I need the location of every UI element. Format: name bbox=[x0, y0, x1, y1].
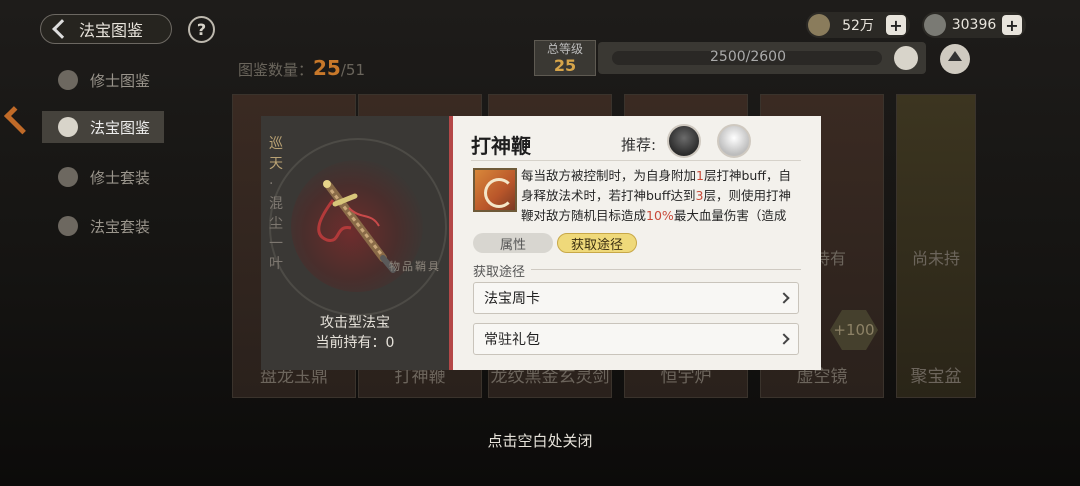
currency-value: 30396 bbox=[951, 17, 997, 33]
spirit-stone-icon bbox=[924, 14, 946, 36]
cultivator-set-icon bbox=[58, 167, 78, 187]
sidebar-item-treasure-set[interactable]: 法宝套装 bbox=[42, 210, 164, 242]
recommended-cultivator-avatar[interactable] bbox=[717, 124, 751, 158]
sidebar-item-cultivator-gallery[interactable]: 修士图鉴 bbox=[42, 64, 164, 96]
sidebar-item-label: 法宝套装 bbox=[90, 217, 151, 236]
treasure-detail-popup: 打神鞭 推荐: 每当敌方被控制时，为自身附加1层打神buff，自身释放法术时，若… bbox=[449, 116, 821, 370]
card-status: 尚未持 bbox=[911, 249, 960, 268]
skill-description: 每当敌方被控制时，为自身附加1层打神buff，自身释放法术时，若打神buff达到… bbox=[521, 168, 791, 223]
collection-count: 图鉴数量：25/51 bbox=[238, 56, 365, 80]
level-label: 总等级 bbox=[546, 42, 583, 56]
help-button[interactable]: ? bbox=[188, 16, 215, 43]
close-hint[interactable]: 点击空白处关闭 bbox=[0, 430, 1080, 451]
cultivator-icon bbox=[58, 70, 78, 90]
add-coins-button[interactable]: + bbox=[886, 15, 906, 35]
divider bbox=[531, 269, 801, 270]
total-level: 总等级 25 bbox=[534, 40, 596, 76]
tab-attributes[interactable]: 属性 bbox=[473, 233, 553, 253]
item-stamp: 物品鞘具 bbox=[389, 260, 441, 273]
exp-bar: 2500/2600 bbox=[598, 42, 926, 74]
level-up-button[interactable] bbox=[940, 44, 970, 74]
add-stones-button[interactable]: + bbox=[1002, 15, 1022, 35]
collection-label: 图鉴数量： bbox=[238, 61, 314, 79]
sidebar-item-label: 修士图鉴 bbox=[90, 71, 151, 90]
chevron-right-icon bbox=[778, 292, 790, 304]
title-row: 打神鞭 推荐: bbox=[471, 124, 801, 158]
treasure-type: 攻击型法宝 bbox=[320, 315, 390, 331]
sidebar-item-label: 法宝图鉴 bbox=[90, 118, 151, 137]
sidebar-item-label: 修士套装 bbox=[90, 168, 151, 187]
treasure-icon bbox=[58, 117, 78, 137]
source-label: 常驻礼包 bbox=[484, 332, 540, 348]
page-title: 法宝图鉴 bbox=[79, 21, 144, 40]
hold-count: 当前持有：0 bbox=[315, 335, 395, 351]
popup-accent bbox=[449, 116, 453, 370]
source-label: 法宝周卡 bbox=[484, 291, 540, 307]
treasure-card[interactable]: 尚未持 聚宝盆 bbox=[896, 94, 976, 398]
level-value: 25 bbox=[553, 56, 577, 75]
back-button[interactable]: 法宝图鉴 bbox=[40, 14, 172, 44]
skill-icon bbox=[473, 168, 517, 212]
divider bbox=[471, 160, 801, 161]
back-arrow-icon bbox=[52, 19, 72, 39]
source-weekly-card-button[interactable]: 法宝周卡 bbox=[473, 282, 799, 314]
sidebar-item-cultivator-set[interactable]: 修士套装 bbox=[42, 161, 164, 193]
coin-icon bbox=[808, 14, 830, 36]
chevron-right-icon bbox=[778, 333, 790, 345]
treasure-set-icon bbox=[58, 216, 78, 236]
exp-text: 2500/2600 bbox=[710, 49, 786, 65]
recommend-label: 推荐: bbox=[621, 136, 657, 154]
source-gift-pack-button[interactable]: 常驻礼包 bbox=[473, 323, 799, 355]
tab-obtain[interactable]: 获取途径 bbox=[557, 233, 637, 253]
recommended-cultivator-avatar[interactable] bbox=[667, 124, 701, 158]
card-name: 聚宝盆 bbox=[910, 367, 962, 387]
search-icon[interactable] bbox=[894, 46, 918, 70]
currency-coins: 52万 + bbox=[806, 12, 910, 38]
sidebar-item-treasure-gallery[interactable]: 法宝图鉴 bbox=[42, 111, 164, 143]
collection-total: /51 bbox=[340, 61, 365, 79]
treasure-name: 打神鞭 bbox=[471, 134, 531, 158]
collection-current: 25 bbox=[313, 56, 341, 80]
section-label: 获取途径 bbox=[473, 265, 526, 280]
currency-stones: 30396 + bbox=[922, 12, 1026, 38]
currency-value: 52万 bbox=[842, 18, 874, 34]
treasure-preview: 巡 天 · 混 尘 一 叶 物品鞘具 攻击型法宝 当前持有：0 bbox=[261, 116, 449, 370]
